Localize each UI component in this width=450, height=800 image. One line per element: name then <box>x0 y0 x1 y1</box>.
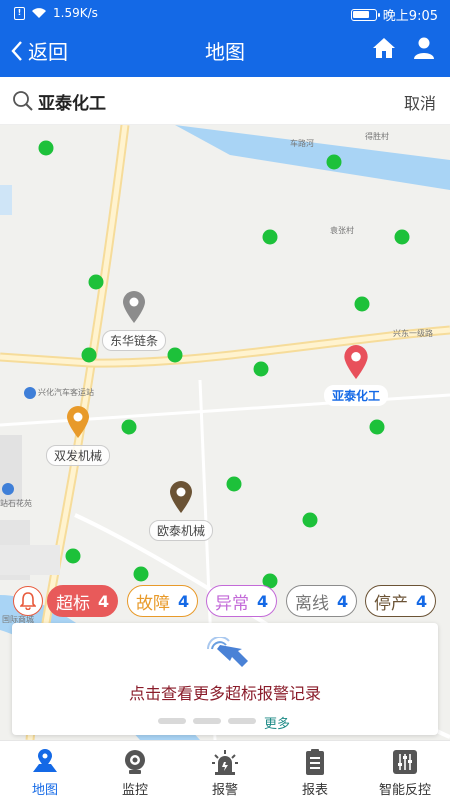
status-filter-bar: 超标 4 故障 4 异常 4 离线 4 停产 4 <box>0 585 450 619</box>
site-marker[interactable] <box>81 347 97 363</box>
tab-report[interactable]: 报表 <box>270 741 360 800</box>
chip-label: 故障 <box>136 593 170 614</box>
network-speed: 1.59K/s <box>53 6 98 20</box>
bottom-tab-bar: 地图 监控 报警 报表 智能反控 <box>0 740 450 800</box>
site-marker[interactable] <box>121 419 137 435</box>
company-pin-outai[interactable] <box>169 480 193 518</box>
selected-company-label: 亚泰化工 <box>323 385 389 406</box>
chip-count: 4 <box>257 591 269 611</box>
map-label-river: 车路河 <box>290 139 314 148</box>
home-icon <box>373 38 395 58</box>
chip-count: 4 <box>416 591 428 611</box>
site-marker[interactable] <box>394 229 410 245</box>
company-label: 东华链条 <box>101 330 167 351</box>
site-marker[interactable] <box>369 419 385 435</box>
tab-monitor[interactable]: 监控 <box>90 741 180 800</box>
bell-icon <box>20 592 36 610</box>
top-bar: ! 1.59K/s 晚上9:05 返回 地图 <box>0 0 450 77</box>
profile-button[interactable] <box>412 36 438 62</box>
pager-dots <box>158 718 256 724</box>
tab-alarm[interactable]: 报警 <box>180 741 270 800</box>
site-marker[interactable] <box>326 154 342 170</box>
site-marker[interactable] <box>65 548 81 564</box>
battery-icon <box>350 8 380 21</box>
map-pin-icon <box>67 406 89 438</box>
wifi-icon <box>32 8 46 18</box>
tap-hand-icon <box>206 637 248 667</box>
map-label-village: 袁张村 <box>330 226 354 235</box>
site-marker[interactable] <box>262 229 278 245</box>
map-pin-icon <box>123 291 145 323</box>
chip-label: 异常 <box>215 593 249 614</box>
map-pin-icon <box>344 345 368 379</box>
site-marker[interactable] <box>302 512 318 528</box>
site-marker[interactable] <box>167 347 183 363</box>
map-label-station: 兴化汽车客运站 <box>38 388 94 397</box>
chip-stopped[interactable]: 停产 4 <box>365 585 437 617</box>
clipboard-icon <box>306 749 324 775</box>
bus-station-icon <box>24 387 36 399</box>
status-bar: ! 1.59K/s 晚上9:05 <box>0 0 450 28</box>
site-marker[interactable] <box>133 566 149 582</box>
chip-label: 离线 <box>295 593 329 614</box>
search-bar: 取消 <box>0 77 450 125</box>
chip-fault[interactable]: 故障 4 <box>127 585 199 617</box>
chevron-left-icon <box>11 40 22 61</box>
tab-label: 智能反控 <box>378 783 431 798</box>
chip-count: 4 <box>178 591 190 611</box>
site-marker[interactable] <box>226 476 242 492</box>
map-pin-icon <box>33 749 57 772</box>
tab-label: 报表 <box>301 783 328 798</box>
company-pin-donghua[interactable] <box>122 290 146 328</box>
search-icon <box>13 91 33 111</box>
alarm-bell-button[interactable] <box>13 586 43 616</box>
tab-map[interactable]: 地图 <box>0 741 90 800</box>
sliders-icon <box>393 750 417 774</box>
sim-icon: ! <box>14 6 25 20</box>
chip-offline[interactable]: 离线 4 <box>286 585 358 617</box>
chip-over-limit[interactable]: 超标 4 <box>47 585 119 617</box>
chip-count: 4 <box>337 591 349 611</box>
place-icon <box>2 483 14 495</box>
tab-label: 监控 <box>121 783 148 798</box>
user-icon <box>414 37 434 59</box>
site-marker[interactable] <box>354 296 370 312</box>
cancel-button[interactable]: 取消 <box>404 90 436 114</box>
alarm-records-link[interactable]: 点击查看更多超标报警记录 <box>12 680 438 704</box>
tab-label: 地图 <box>31 783 58 798</box>
tab-label: 报警 <box>211 783 238 798</box>
map-label-road: 兴东一级路 <box>393 329 433 338</box>
map-label-plaza: 站石花苑 <box>0 499 32 508</box>
site-marker[interactable] <box>253 361 269 377</box>
chip-label: 停产 <box>374 593 408 614</box>
back-label: 返回 <box>28 40 68 64</box>
home-button[interactable] <box>372 36 398 62</box>
map-pin-icon <box>170 481 192 513</box>
company-label: 双发机械 <box>45 445 111 466</box>
nav-bar: 返回 地图 <box>0 28 450 77</box>
map-screen: ! 1.59K/s 晚上9:05 返回 地图 亚泰化工 取消 车路河 得胜村 袁… <box>0 0 450 800</box>
company-pin-shuangfa[interactable] <box>66 405 90 443</box>
more-link[interactable]: 更多 <box>264 713 290 732</box>
alarm-icon <box>212 750 238 775</box>
site-marker[interactable] <box>38 140 54 156</box>
alarm-records-card[interactable]: 点击查看更多超标报警记录 更多 <box>12 623 438 735</box>
chip-count: 4 <box>98 591 110 611</box>
company-label: 欧泰机械 <box>148 520 214 541</box>
tab-smart-control[interactable]: 智能反控 <box>360 741 450 800</box>
search-input[interactable] <box>38 87 358 115</box>
clock: 晚上9:05 <box>382 9 438 24</box>
chip-label: 超标 <box>56 593 90 614</box>
back-button[interactable]: 返回 <box>10 36 68 65</box>
company-pin-yatai[interactable] <box>343 344 369 384</box>
map-label-village: 得胜村 <box>365 132 389 141</box>
site-marker[interactable] <box>88 274 104 290</box>
camera-icon <box>125 750 145 774</box>
chip-abnormal[interactable]: 异常 4 <box>206 585 278 617</box>
